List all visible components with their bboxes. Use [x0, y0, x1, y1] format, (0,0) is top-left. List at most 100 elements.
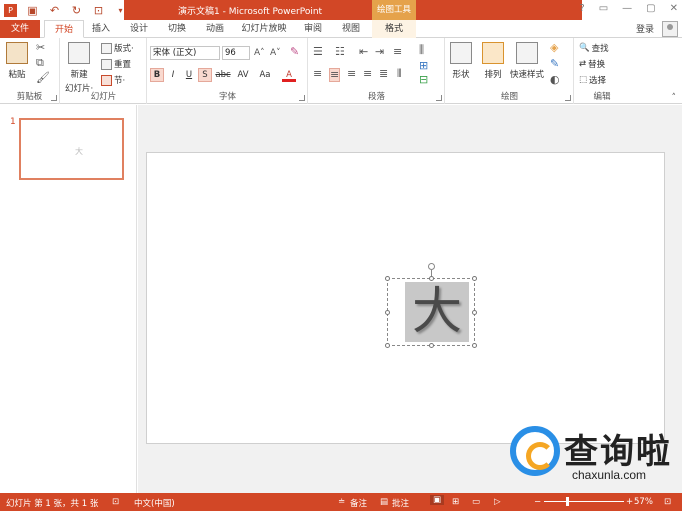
- select-button[interactable]: ⬚ 选择: [579, 74, 606, 86]
- tab-animations[interactable]: 动画: [200, 20, 230, 38]
- tab-home[interactable]: 开始: [44, 20, 84, 38]
- zoom-slider-thumb[interactable]: [566, 497, 569, 506]
- numbering-icon[interactable]: ☷: [335, 46, 345, 58]
- collapse-ribbon-icon[interactable]: ˄: [672, 92, 677, 104]
- align-left-icon[interactable]: ≡: [313, 68, 322, 80]
- normal-view-icon[interactable]: ▣: [430, 495, 445, 505]
- slide-canvas[interactable]: 大: [146, 152, 665, 444]
- zoom-out-icon[interactable]: −: [534, 497, 541, 507]
- notes-icon[interactable]: ≐: [338, 497, 345, 507]
- tab-file[interactable]: 文件: [0, 20, 40, 38]
- replace-button[interactable]: ⇄ 替换: [579, 58, 605, 70]
- zoom-in-icon[interactable]: +: [626, 497, 633, 507]
- help-icon[interactable]: ?: [579, 3, 584, 14]
- font-color-button[interactable]: A: [282, 68, 296, 82]
- slide-sorter-icon[interactable]: ⊞: [452, 497, 459, 507]
- shrink-font-icon[interactable]: A˅: [270, 47, 281, 59]
- slideshow-icon[interactable]: ▷: [494, 497, 501, 507]
- distributed-icon[interactable]: ≣: [379, 68, 388, 80]
- columns-icon[interactable]: ⫴: [397, 68, 402, 80]
- grow-font-icon[interactable]: A˄: [254, 47, 265, 59]
- font-name-select[interactable]: 宋体 (正文): [150, 46, 220, 60]
- align-text-icon[interactable]: ⊞: [419, 60, 428, 72]
- find-button[interactable]: 🔍 查找: [579, 42, 609, 54]
- cut-icon[interactable]: ✂: [36, 42, 45, 54]
- quick-styles-button[interactable]: 快速样式: [510, 42, 544, 80]
- resize-handle-nw[interactable]: [385, 276, 390, 281]
- shape-outline-icon[interactable]: ✎: [550, 58, 559, 70]
- tab-design[interactable]: 设计: [124, 20, 154, 38]
- resize-handle-s[interactable]: [429, 343, 434, 348]
- save-icon[interactable]: ▣: [26, 4, 39, 17]
- char-spacing-button[interactable]: AV: [234, 68, 252, 82]
- format-painter-icon[interactable]: 🖌: [36, 72, 50, 84]
- resize-handle-w[interactable]: [385, 310, 390, 315]
- notes-button[interactable]: 备注: [350, 497, 367, 509]
- shape-fill-icon[interactable]: ◈: [550, 42, 558, 54]
- tab-insert[interactable]: 插入: [86, 20, 116, 38]
- tab-slideshow[interactable]: 幻灯片放映: [238, 20, 290, 38]
- arrange-button[interactable]: 排列: [482, 42, 504, 80]
- resize-handle-ne[interactable]: [472, 276, 477, 281]
- zoom-level[interactable]: 57%: [634, 497, 653, 507]
- align-right-icon[interactable]: ≡: [347, 68, 356, 80]
- align-center-icon[interactable]: ≡: [329, 68, 341, 82]
- strikethrough-button[interactable]: abc: [214, 68, 232, 82]
- bullets-icon[interactable]: ☰: [313, 46, 323, 58]
- shadow-button[interactable]: S: [198, 68, 212, 82]
- increase-indent-icon[interactable]: ⇥: [375, 46, 384, 58]
- resize-handle-e[interactable]: [472, 310, 477, 315]
- rotate-handle[interactable]: [428, 263, 435, 270]
- clipboard-launcher-icon[interactable]: [51, 95, 57, 101]
- shape-effects-icon[interactable]: ◐: [550, 74, 560, 86]
- comments-icon[interactable]: ▤: [380, 497, 388, 507]
- fit-to-window-icon[interactable]: ⊡: [664, 497, 671, 507]
- drawing-launcher-icon[interactable]: [565, 95, 571, 101]
- underline-button[interactable]: U: [182, 68, 196, 82]
- slide-thumbnail[interactable]: 大: [19, 118, 124, 180]
- tab-format[interactable]: 格式: [372, 20, 416, 38]
- resize-handle-se[interactable]: [472, 343, 477, 348]
- language-indicator[interactable]: 中文(中国): [134, 497, 175, 509]
- tab-transitions[interactable]: 切换: [162, 20, 192, 38]
- zoom-slider[interactable]: [544, 501, 624, 502]
- undo-icon[interactable]: ↶: [48, 4, 61, 17]
- reset-button[interactable]: 重置: [101, 58, 131, 70]
- tab-review[interactable]: 审阅: [298, 20, 328, 38]
- font-size-select[interactable]: 96: [222, 46, 250, 60]
- change-case-button[interactable]: Aa: [256, 68, 274, 82]
- font-launcher-icon[interactable]: [299, 95, 305, 101]
- login-link[interactable]: 登录: [636, 22, 654, 35]
- justify-icon[interactable]: ≡: [363, 68, 372, 80]
- drawing-label: 绘图: [500, 92, 518, 102]
- decrease-indent-icon[interactable]: ⇤: [359, 46, 368, 58]
- italic-button[interactable]: I: [166, 68, 180, 82]
- bold-button[interactable]: B: [150, 68, 164, 82]
- paste-button[interactable]: 粘贴: [6, 42, 28, 80]
- line-spacing-icon[interactable]: ≡: [393, 46, 402, 58]
- text-direction-icon[interactable]: ⫼: [419, 44, 424, 56]
- avatar[interactable]: [662, 21, 678, 37]
- maximize-icon[interactable]: ▢: [646, 3, 655, 14]
- resize-handle-sw[interactable]: [385, 343, 390, 348]
- tab-view[interactable]: 视图: [336, 20, 366, 38]
- close-icon[interactable]: ✕: [670, 3, 678, 14]
- start-from-beginning-icon[interactable]: ⊡: [92, 4, 105, 17]
- redo-icon[interactable]: ↻: [70, 4, 83, 17]
- slide-text[interactable]: 大: [405, 282, 469, 342]
- new-slide-button[interactable]: 新建 幻灯片·: [65, 42, 93, 94]
- spellcheck-icon[interactable]: ⊡: [112, 497, 119, 507]
- smartart-icon[interactable]: ⊟: [419, 74, 428, 86]
- clear-formatting-icon[interactable]: ✎: [290, 46, 299, 58]
- paragraph-launcher-icon[interactable]: [436, 95, 442, 101]
- comments-button[interactable]: 批注: [392, 497, 409, 509]
- minimize-icon[interactable]: —: [622, 3, 632, 14]
- shapes-button[interactable]: 形状: [450, 42, 472, 80]
- selected-text-box[interactable]: 大: [385, 263, 477, 348]
- reading-view-icon[interactable]: ▭: [472, 497, 480, 507]
- layout-button[interactable]: 版式·: [101, 42, 134, 54]
- copy-icon[interactable]: ⧉: [36, 57, 44, 69]
- resize-handle-n[interactable]: [429, 276, 434, 281]
- section-button[interactable]: 节·: [101, 74, 125, 86]
- ribbon-display-icon[interactable]: ▭: [599, 3, 608, 14]
